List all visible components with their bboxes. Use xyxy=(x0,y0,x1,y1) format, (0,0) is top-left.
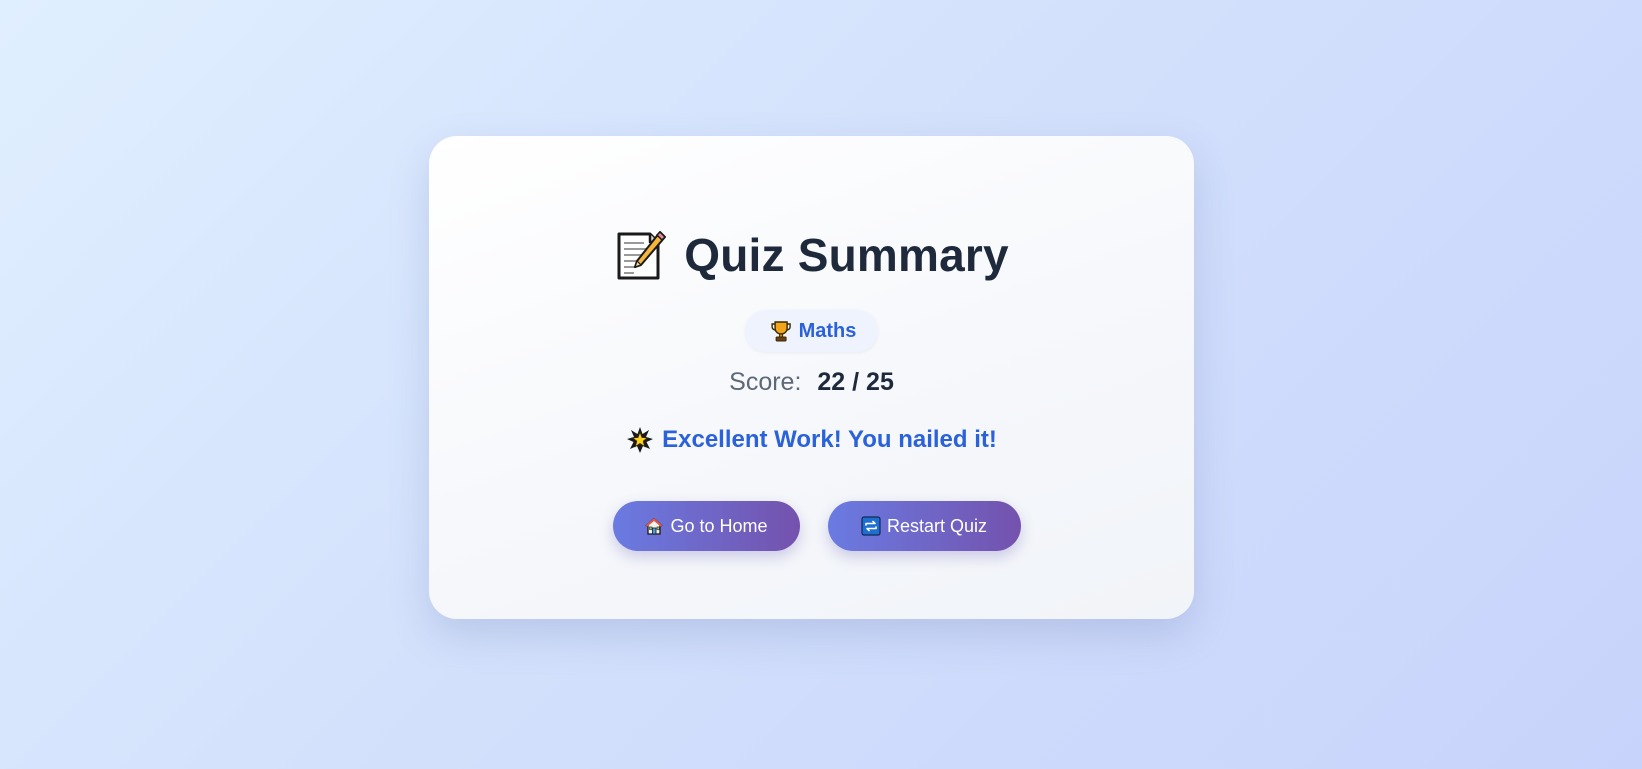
restart-quiz-label: Restart Quiz xyxy=(886,515,988,536)
house-icon xyxy=(644,516,664,536)
go-to-home-button[interactable]: Go to Home xyxy=(612,501,800,551)
action-buttons: Go to Home Restart Quiz xyxy=(429,501,1194,551)
subject-label: Maths xyxy=(798,319,857,342)
score-value: 22 / 25 xyxy=(817,368,894,396)
title-row: Quiz Summary xyxy=(429,228,1194,282)
page-title: Quiz Summary xyxy=(684,229,1009,281)
trophy-icon xyxy=(769,319,793,343)
subject-badge: Maths xyxy=(744,310,879,352)
go-to-home-label: Go to Home xyxy=(670,515,768,536)
result-message: Excellent Work! You nailed it! xyxy=(662,426,997,453)
memo-icon xyxy=(614,228,668,282)
score-label: Score: xyxy=(729,368,802,396)
repeat-icon xyxy=(861,516,881,536)
star-burst-icon xyxy=(626,426,654,454)
quiz-summary-card: Quiz Summary Maths Score: 22 / 25 Excell… xyxy=(429,136,1194,619)
restart-quiz-button[interactable]: Restart Quiz xyxy=(827,501,1021,551)
result-message-row: Excellent Work! You nailed it! xyxy=(429,426,1194,454)
score-row: Score: 22 / 25 xyxy=(429,368,1194,397)
